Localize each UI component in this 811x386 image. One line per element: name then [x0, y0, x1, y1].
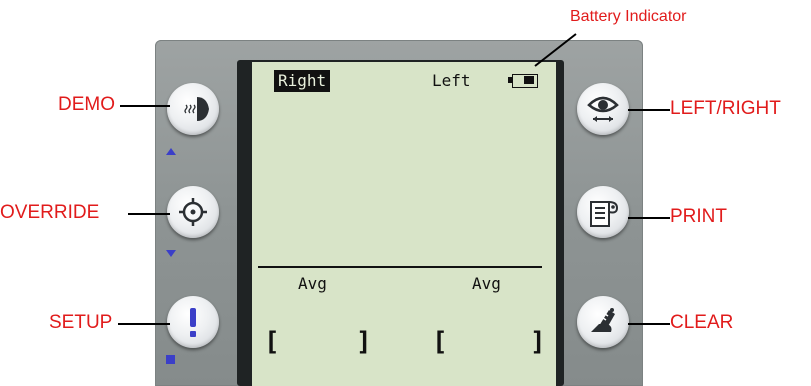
- print-leader-line: [628, 217, 670, 219]
- down-arrow-icon: [166, 250, 176, 257]
- bracket-close-left: ]: [530, 327, 546, 357]
- bracket-open-right: [: [264, 327, 280, 357]
- avg-label-left: Avg: [472, 274, 501, 293]
- print-label: PRINT: [670, 206, 727, 227]
- exclamation-icon: [190, 308, 196, 337]
- override-button[interactable]: [167, 186, 219, 238]
- demo-button[interactable]: [167, 83, 219, 135]
- print-button[interactable]: [577, 186, 629, 238]
- demo-label: DEMO: [58, 94, 115, 115]
- demo-leader-line: [120, 105, 170, 107]
- eraser-icon: [591, 308, 615, 332]
- clear-leader-line: [628, 323, 670, 325]
- eye-icon: [587, 96, 619, 122]
- bracket-open-left: [: [432, 327, 448, 357]
- printer-icon: [590, 201, 619, 227]
- battery-indicator-label: Battery Indicator: [570, 8, 687, 25]
- stop-square-icon: [166, 355, 175, 364]
- left-right-label: LEFT/RIGHT: [670, 98, 781, 119]
- left-right-button[interactable]: [577, 83, 629, 135]
- setup-button[interactable]: [167, 296, 219, 348]
- lens-icon: [184, 97, 209, 121]
- left-eye-tab: Left: [432, 71, 471, 90]
- bracket-close-right: ]: [356, 327, 372, 357]
- avg-label-right: Avg: [298, 274, 327, 293]
- crosshair-icon: [179, 198, 207, 226]
- up-arrow-icon: [166, 148, 176, 155]
- right-eye-tab: Right: [274, 70, 331, 92]
- lcd-screen: Right Left Avg Avg [ ] [ ]: [252, 62, 556, 386]
- override-leader-line: [128, 213, 170, 215]
- setup-label: SETUP: [49, 312, 113, 333]
- screen-divider: [258, 266, 542, 268]
- battery-icon: [508, 74, 538, 88]
- setup-leader-line: [118, 323, 170, 325]
- clear-label: CLEAR: [670, 312, 734, 333]
- override-label: OVERRIDE: [0, 202, 100, 223]
- left-right-leader-line: [628, 109, 670, 111]
- clear-button[interactable]: [577, 296, 629, 348]
